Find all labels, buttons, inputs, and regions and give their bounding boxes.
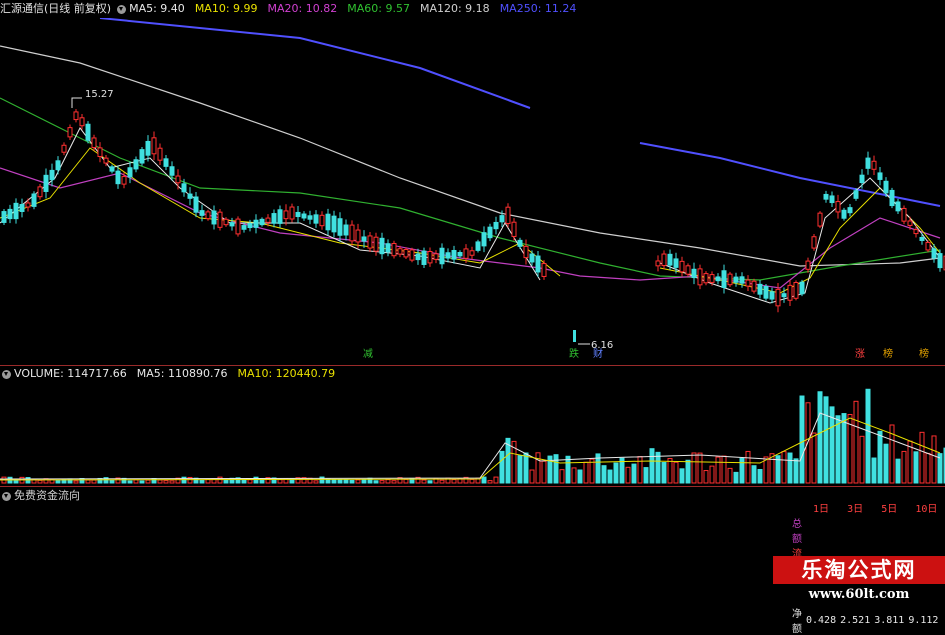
- watermark-name: 乐淘公式网: [773, 556, 945, 584]
- dropdown-icon[interactable]: [117, 4, 127, 14]
- ma-legend: MA5: 9.40 MA10: 9.99 MA20: 10.82 MA60: 9.57…: [129, 0, 586, 18]
- table-cell: [906, 515, 945, 545]
- event-marker[interactable]: 财: [592, 349, 604, 361]
- ma-indicator: MA120: 9.18: [419, 2, 490, 15]
- volume-legend: VOLUME: 114717.66 MA5: 110890.76 MA10: 120…: [14, 365, 345, 383]
- volume-chart[interactable]: [0, 383, 945, 486]
- fund-panel-title[interactable]: 免费资金流向: [14, 487, 80, 505]
- table-row: 总额: [790, 515, 945, 545]
- ma-indicator: MA5: 9.40: [129, 2, 185, 15]
- price-panel-header: 汇源通信(日线 前复权) MA5: 9.40 MA10: 9.99 MA20: 10…: [0, 0, 586, 18]
- table-header-cell: 1日: [813, 504, 830, 515]
- stock-title[interactable]: 汇源通信(日线 前复权): [0, 0, 111, 18]
- event-marker[interactable]: 榜: [882, 349, 894, 361]
- volume-indicator: MA5: 110890.76: [136, 367, 228, 380]
- table-cell: [804, 515, 838, 545]
- ma-indicator: MA60: 9.57: [347, 2, 410, 15]
- table-cell: 2.521: [840, 614, 871, 626]
- high-price-label: 15.27: [85, 89, 114, 100]
- panel-separator: [0, 486, 945, 487]
- price-chart[interactable]: [0, 18, 945, 365]
- table-cell: 0.428: [806, 614, 837, 626]
- row-label: 总额: [792, 519, 802, 545]
- volume-panel-header: VOLUME: 114717.66 MA5: 110890.76 MA10: 120…: [0, 365, 345, 383]
- fund-flow-header-row: 1日 3日 5日 10日: [790, 500, 945, 515]
- row-label: 净额: [792, 609, 802, 635]
- volume-indicator: MA10: 120440.79: [237, 367, 336, 380]
- table-cell: [838, 515, 872, 545]
- dropdown-icon[interactable]: [2, 369, 11, 379]
- event-marker[interactable]: 跌: [568, 349, 580, 361]
- dropdown-icon[interactable]: [2, 491, 11, 501]
- table-cell: 9.112: [908, 614, 939, 626]
- table-header-cell: 5日: [881, 504, 898, 515]
- table-cell: 3.811: [874, 614, 905, 626]
- ma-indicator: MA20: 10.82: [267, 2, 338, 15]
- table-header-cell: 3日: [847, 504, 864, 515]
- table-header-cell: [790, 500, 804, 515]
- event-marker[interactable]: 涨: [854, 349, 866, 361]
- volume-indicator: VOLUME: 114717.66: [14, 367, 127, 380]
- ma-indicator: MA250: 11.24: [499, 2, 577, 15]
- table-row: 净额 0.428 2.521 3.811 9.112: [790, 605, 945, 635]
- table-header-cell: 10日: [915, 504, 938, 515]
- fund-panel-header: 免费资金流向: [0, 487, 80, 505]
- table-cell: [872, 515, 906, 545]
- watermark-url: www.60lt.com: [773, 584, 945, 606]
- event-marker[interactable]: 榜: [918, 349, 930, 361]
- event-marker[interactable]: 减: [362, 349, 374, 361]
- ma-indicator: MA10: 9.99: [194, 2, 258, 15]
